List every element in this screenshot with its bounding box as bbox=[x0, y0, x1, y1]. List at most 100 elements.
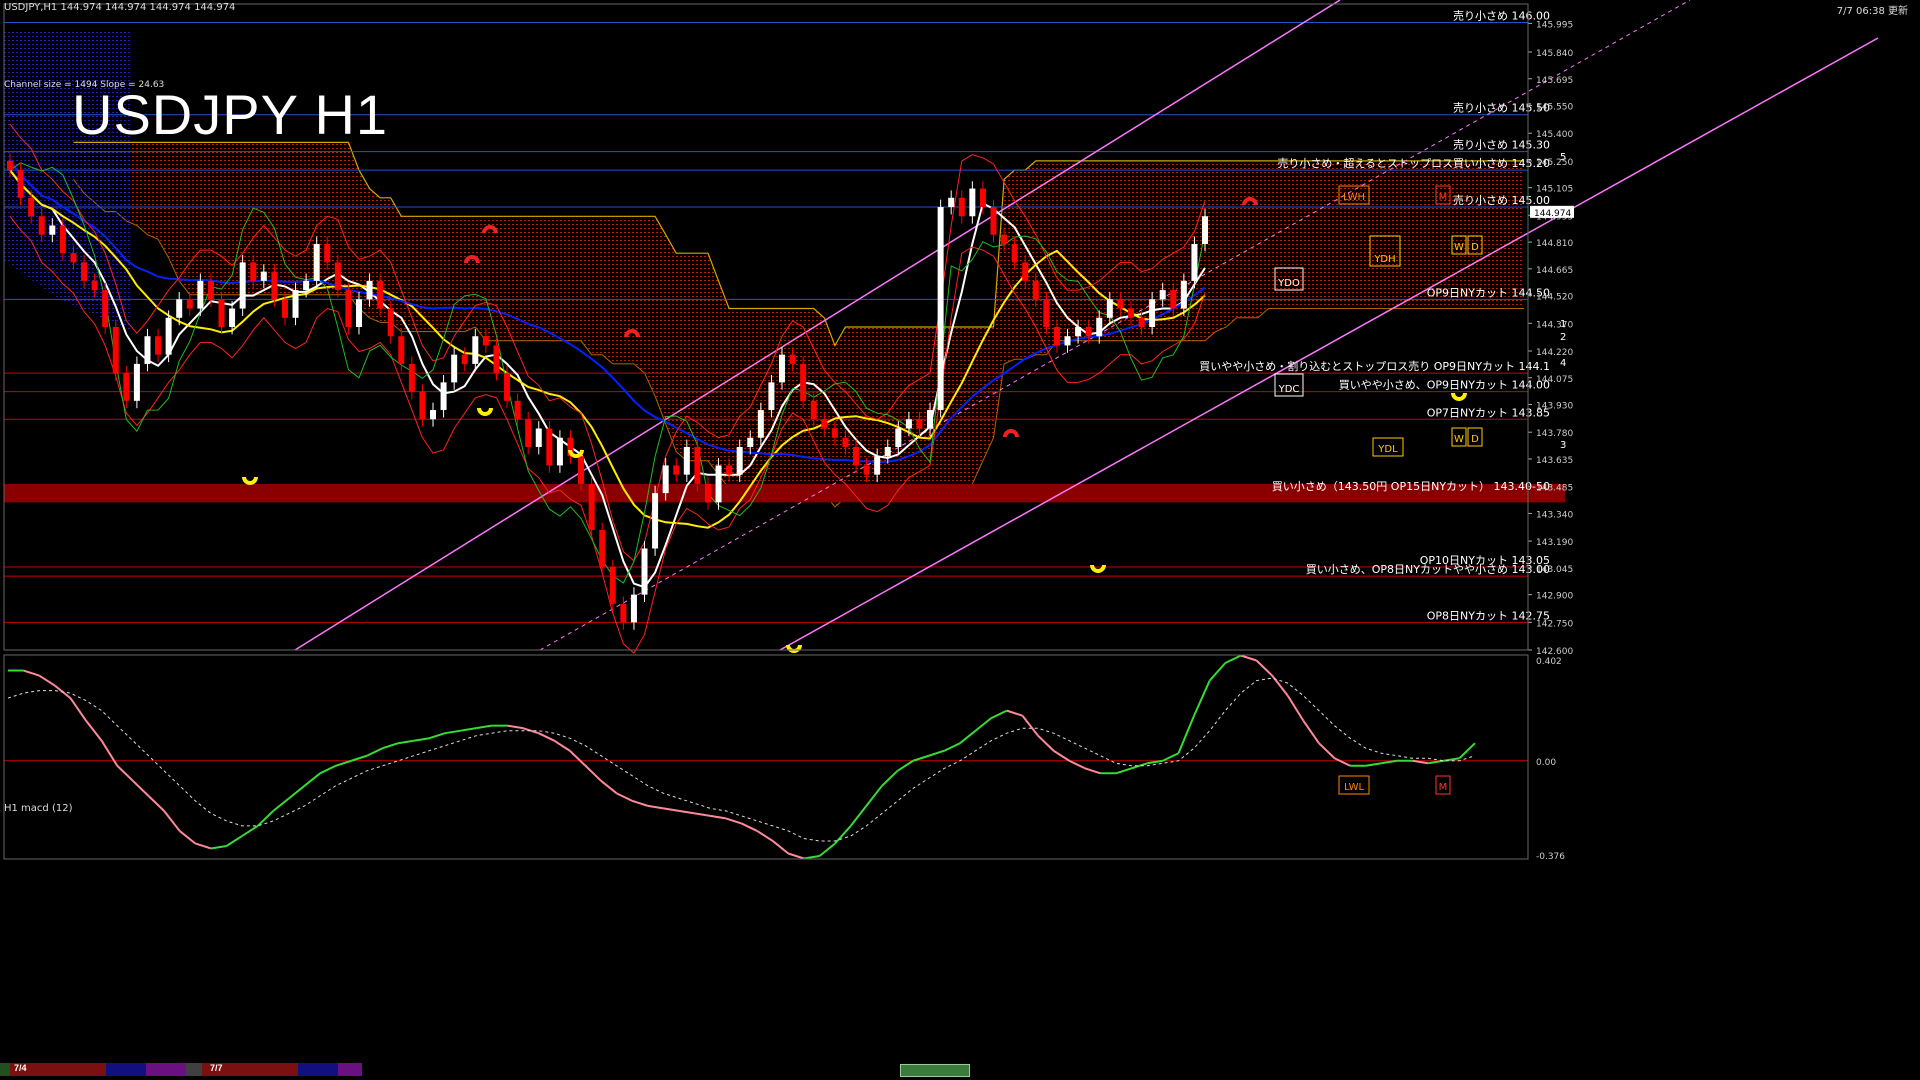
chart-scrollbar-thumb[interactable] bbox=[900, 1064, 970, 1077]
candle-body bbox=[757, 410, 764, 438]
axis-tick-label: 143.340 bbox=[1536, 510, 1573, 520]
axis-tick-label: 143.780 bbox=[1536, 429, 1573, 439]
candle-body bbox=[504, 373, 511, 401]
horseshoe-marker bbox=[1090, 564, 1106, 573]
candle-body bbox=[747, 437, 754, 447]
candle-body bbox=[38, 216, 45, 235]
macd-line-segment bbox=[710, 814, 727, 820]
candle-body bbox=[49, 225, 56, 235]
candle-body bbox=[979, 188, 986, 208]
macd-line-segment bbox=[1068, 759, 1086, 770]
candle-body bbox=[493, 345, 500, 374]
candle-body bbox=[1138, 317, 1145, 327]
candle-body bbox=[1053, 327, 1060, 346]
candle-body bbox=[853, 446, 860, 466]
candle-body bbox=[366, 280, 373, 300]
macd-line-segment bbox=[335, 759, 352, 767]
candle-body bbox=[260, 271, 267, 281]
level-label: 買い小さめ（143.50円 OP15日NYカット） 143.40-50 bbox=[1272, 480, 1550, 493]
candle-body bbox=[768, 382, 775, 411]
macd-line-segment bbox=[741, 822, 758, 832]
candle-body bbox=[599, 530, 606, 567]
candle-body bbox=[736, 446, 743, 475]
axis-tick-label: 145.105 bbox=[1536, 185, 1573, 195]
macd-line-segment bbox=[147, 795, 165, 812]
candle-body bbox=[1075, 327, 1082, 337]
candle-body bbox=[609, 566, 616, 604]
axis-tick-label: 142.750 bbox=[1536, 619, 1573, 629]
macd-line-segment bbox=[538, 732, 555, 742]
marker-text: YDC bbox=[1278, 384, 1300, 395]
candle-body bbox=[652, 493, 659, 549]
candle-body bbox=[1117, 299, 1124, 309]
candle-body bbox=[535, 428, 542, 447]
candle-body bbox=[70, 253, 77, 263]
candle-body bbox=[704, 483, 711, 503]
macd-line-segment bbox=[1021, 715, 1039, 737]
axis-tick-label: 143.190 bbox=[1536, 538, 1573, 548]
axis-tick-label: 144.370 bbox=[1536, 320, 1573, 330]
macd-line-segment bbox=[834, 825, 852, 845]
candle-body bbox=[630, 594, 637, 623]
axis-tick-label: 145.400 bbox=[1536, 130, 1573, 140]
marker-text: LWH bbox=[1343, 192, 1365, 203]
candle-body bbox=[408, 363, 415, 392]
macd-axis-label: -0.376 bbox=[1536, 852, 1565, 862]
macd-line-segment bbox=[1458, 742, 1476, 759]
fib-number: 4 bbox=[1560, 358, 1566, 369]
candle-body bbox=[239, 262, 246, 309]
macd-line-segment bbox=[38, 674, 56, 687]
macd-line-segment bbox=[678, 809, 695, 815]
candle-body bbox=[313, 243, 320, 281]
candle-body bbox=[91, 280, 98, 291]
macd-line-segment bbox=[351, 754, 368, 762]
macd-line-segment bbox=[943, 742, 961, 752]
horseshoe-icon bbox=[1451, 392, 1467, 401]
axis-tick-label: 143.635 bbox=[1536, 456, 1573, 466]
macd-line-segment bbox=[444, 729, 461, 735]
candle-body bbox=[1180, 280, 1187, 309]
macd-line-segment bbox=[413, 737, 430, 742]
marker-text: YDL bbox=[1377, 444, 1398, 455]
candle-body bbox=[1001, 234, 1008, 244]
candle-body bbox=[207, 280, 214, 300]
candle-body bbox=[874, 456, 881, 475]
macd-line-segment bbox=[85, 720, 103, 742]
macd-line-segment bbox=[23, 669, 40, 677]
horseshoe-icon bbox=[1090, 564, 1106, 573]
macd-line-segment bbox=[1334, 757, 1351, 767]
candle-body bbox=[355, 299, 362, 327]
date-label-jul7: 7/7 bbox=[210, 1063, 223, 1073]
candle-body bbox=[1149, 299, 1156, 327]
macd-axis-label: 0.402 bbox=[1536, 657, 1562, 667]
candle-body bbox=[292, 290, 299, 318]
candle-body bbox=[800, 363, 807, 401]
candle-body bbox=[863, 465, 870, 475]
macd-line-segment bbox=[1177, 715, 1196, 754]
candle-body bbox=[281, 299, 288, 318]
macd-line-segment bbox=[865, 785, 883, 807]
candle-body bbox=[387, 308, 394, 337]
macd-line-segment bbox=[116, 765, 134, 782]
macd-line-segment bbox=[912, 754, 930, 762]
candle-body bbox=[250, 262, 257, 281]
candle-body bbox=[1170, 290, 1177, 309]
marker-text: YDH bbox=[1373, 254, 1395, 265]
macd-line-segment bbox=[1208, 662, 1227, 682]
weekly-marker: W bbox=[1451, 427, 1467, 447]
macd-line-segment bbox=[631, 799, 649, 807]
candle-body bbox=[123, 373, 130, 401]
candle-body bbox=[1043, 299, 1050, 327]
candle-body bbox=[440, 382, 447, 411]
level-label: 買い小さめ、OP8日NYカットやや小さめ 143.00 bbox=[1306, 563, 1550, 576]
macd-line-segment bbox=[382, 742, 399, 750]
macd-line-segment bbox=[600, 780, 618, 795]
macd-line-segment bbox=[803, 855, 820, 860]
axis-tick-label: 143.045 bbox=[1536, 565, 1573, 575]
chart-title: USDJPY H1 bbox=[72, 83, 389, 146]
macd-line-segment bbox=[132, 780, 150, 797]
price-chart[interactable]: YDOYDHYDCYDLLWHLWLW DW DMM 51243売り小さめ 146.… bbox=[0, 0, 1920, 1080]
macd-line-segment bbox=[210, 844, 227, 850]
current-price-label: 144.974 bbox=[1534, 209, 1571, 219]
candle-body bbox=[324, 243, 331, 263]
